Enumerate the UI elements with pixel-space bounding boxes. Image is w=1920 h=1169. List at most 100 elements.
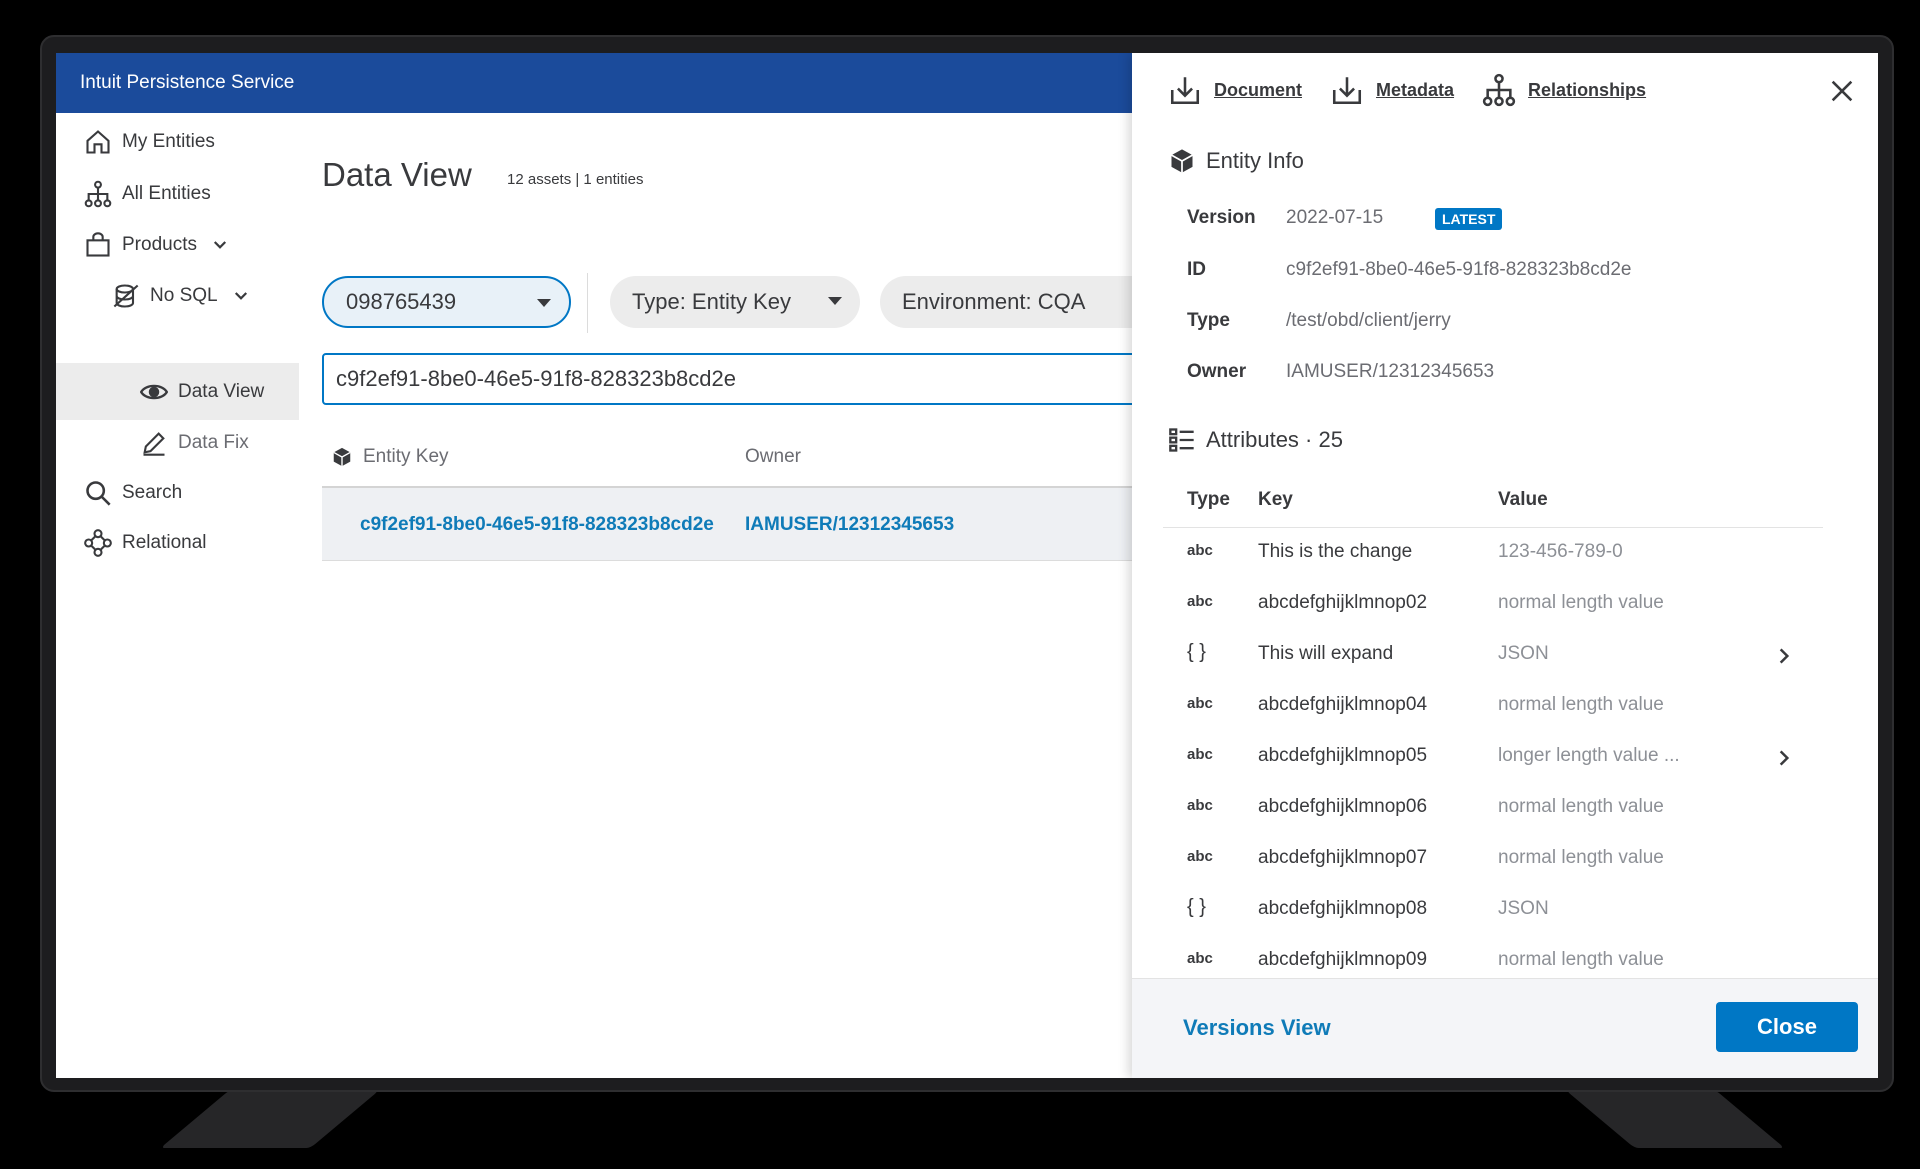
panel-footer: Versions View Close xyxy=(1132,978,1878,1078)
filter-divider xyxy=(587,273,588,333)
hierarchy-icon xyxy=(1482,73,1516,107)
chevron-right-icon[interactable] xyxy=(1774,748,1794,768)
attribute-row[interactable]: abc abcdefghijklmnop06 normal length val… xyxy=(1132,784,1878,835)
chevron-down-icon[interactable] xyxy=(232,287,250,305)
attr-value: JSON xyxy=(1498,898,1549,919)
entity-detail-panel: Document Metadata Relationships Entity I… xyxy=(1132,53,1878,1078)
home-icon xyxy=(86,130,110,154)
id-label: ID xyxy=(1187,259,1206,280)
sidebar-item-label: Relational xyxy=(122,532,207,553)
attr-key: abcdefghijklmnop07 xyxy=(1258,847,1428,868)
sidebar-item-products[interactable]: Products xyxy=(84,231,229,259)
attr-key: abcdefghijklmnop09 xyxy=(1258,949,1428,970)
column-header-label: Entity Key xyxy=(363,446,449,467)
chevron-right-icon[interactable] xyxy=(1774,646,1794,666)
search-icon xyxy=(86,481,111,506)
table-row[interactable]: c9f2ef91-8be0-46e5-91f8-828323b8cd2e IAM… xyxy=(322,488,1222,561)
sidebar-item-data-fix[interactable]: Data Fix xyxy=(140,429,249,457)
close-icon[interactable] xyxy=(1828,77,1856,105)
version-value: 2022-07-15 xyxy=(1286,207,1384,228)
app-title: Intuit Persistence Service xyxy=(80,72,295,93)
section-title: Entity Info xyxy=(1206,148,1304,173)
sidebar-item-label: Data Fix xyxy=(178,432,249,453)
sidebar-item-all-entities[interactable]: All Entities xyxy=(84,180,211,208)
attr-column-type[interactable]: Type xyxy=(1187,489,1230,511)
attr-value: longer length value ... xyxy=(1498,745,1680,766)
attr-key: abcdefghijklmnop06 xyxy=(1258,796,1428,817)
caret-down-icon xyxy=(537,299,551,307)
search-value: c9f2ef91-8be0-46e5-91f8-828323b8cd2e xyxy=(336,366,736,391)
chevron-down-icon[interactable] xyxy=(211,236,229,254)
attr-column-value[interactable]: Value xyxy=(1498,489,1548,511)
attr-value: normal length value xyxy=(1498,694,1664,715)
sidebar-item-data-view[interactable]: Data View xyxy=(56,363,299,420)
attr-value: normal length value xyxy=(1498,847,1664,868)
sidebar-item-label: Products xyxy=(122,234,197,255)
app-header: Intuit Persistence Service xyxy=(56,53,1156,113)
sidebar-item-label: No SQL xyxy=(150,285,218,306)
attr-value: normal length value xyxy=(1498,949,1664,970)
owner-label: Owner xyxy=(1187,361,1247,382)
column-header-entity-key[interactable]: Entity Key xyxy=(331,446,449,468)
attr-header-divider xyxy=(1163,527,1823,528)
tab-relationships[interactable]: Relationships xyxy=(1482,73,1646,107)
sidebar-item-label: My Entities xyxy=(122,131,215,152)
close-button[interactable]: Close xyxy=(1716,1002,1858,1052)
monitor-stand-right xyxy=(1565,1090,1785,1148)
attr-value: JSON xyxy=(1498,643,1549,664)
monitor-stand-left xyxy=(160,1090,380,1148)
list-icon xyxy=(1169,428,1194,452)
type-value: /test/obd/client/jerry xyxy=(1286,310,1451,331)
attr-type: { } xyxy=(1187,896,1206,918)
attr-type: abc xyxy=(1187,695,1213,712)
attribute-row[interactable]: { } This will expand JSON xyxy=(1132,631,1878,682)
attribute-row[interactable]: abc abcdefghijklmnop07 normal length val… xyxy=(1132,835,1878,886)
environment-filter-value: Environment: CQA xyxy=(902,289,1086,314)
entity-search-input[interactable]: c9f2ef91-8be0-46e5-91f8-828323b8cd2e xyxy=(322,353,1222,405)
download-icon xyxy=(1170,77,1200,105)
pencil-icon xyxy=(143,432,165,456)
caret-down-icon xyxy=(828,297,842,305)
column-header-owner[interactable]: Owner xyxy=(745,446,801,468)
sidebar-item-my-entities[interactable]: My Entities xyxy=(84,128,215,156)
cube-icon xyxy=(333,447,351,467)
attr-key: This will expand xyxy=(1258,643,1394,664)
attr-value: normal length value xyxy=(1498,796,1664,817)
sidebar-item-label: All Entities xyxy=(122,183,211,204)
asset-count: 12 assets | 1 entities xyxy=(507,171,644,188)
account-value: 098765439 xyxy=(346,289,457,314)
type-filter-value: Type: Entity Key xyxy=(632,289,791,314)
hierarchy-icon xyxy=(84,180,112,208)
sidebar-item-search[interactable]: Search xyxy=(84,479,182,507)
tab-label: Relationships xyxy=(1528,79,1647,100)
entity-key-link[interactable]: c9f2ef91-8be0-46e5-91f8-828323b8cd2e xyxy=(360,514,714,536)
attribute-row[interactable]: abc This is the change 123-456-789-0 xyxy=(1132,529,1878,580)
sidebar-item-no-sql[interactable]: No SQL xyxy=(112,282,250,310)
attribute-row[interactable]: abc abcdefghijklmnop04 normal length val… xyxy=(1132,682,1878,733)
tab-metadata[interactable]: Metadata xyxy=(1330,73,1454,107)
account-dropdown[interactable]: 098765439 xyxy=(322,276,571,328)
tab-label: Document xyxy=(1214,79,1303,100)
type-label: Type xyxy=(1187,310,1230,331)
type-filter-dropdown[interactable]: Type: Entity Key xyxy=(610,276,860,328)
sidebar-item-relational[interactable]: Relational xyxy=(84,529,207,557)
attr-type: abc xyxy=(1187,746,1213,763)
versions-view-link[interactable]: Versions View xyxy=(1183,1015,1331,1041)
attribute-row[interactable]: { } abcdefghijklmnop08 JSON xyxy=(1132,886,1878,937)
attr-type: { } xyxy=(1187,641,1206,663)
owner-link[interactable]: IAMUSER/12312345653 xyxy=(745,514,954,536)
tab-document[interactable]: Document xyxy=(1168,73,1302,107)
attr-column-key[interactable]: Key xyxy=(1258,489,1293,511)
cube-icon xyxy=(1171,149,1193,173)
attribute-row[interactable]: abc abcdefghijklmnop05 longer length val… xyxy=(1132,733,1878,784)
attr-key: This is the change xyxy=(1258,541,1413,562)
attr-key: abcdefghijklmnop02 xyxy=(1258,592,1428,613)
download-icon xyxy=(1332,77,1362,105)
eye-icon xyxy=(140,384,168,399)
app-screen: Intuit Persistence Service My Entities A… xyxy=(56,53,1878,1078)
database-icon xyxy=(113,284,139,308)
attribute-row[interactable]: abc abcdefghijklmnop02 normal length val… xyxy=(1132,580,1878,631)
attr-key: abcdefghijklmnop08 xyxy=(1258,898,1428,919)
attr-value: normal length value xyxy=(1498,592,1664,613)
attr-type: abc xyxy=(1187,950,1213,967)
